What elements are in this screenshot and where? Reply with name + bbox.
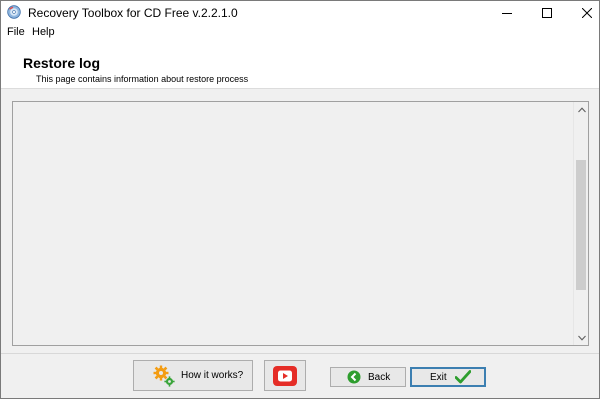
scroll-thumb[interactable] (576, 160, 586, 290)
footer-divider (1, 353, 599, 354)
back-label: Back (368, 371, 391, 383)
app-window: Recovery Toolbox for CD Free v.2.2.1.0 F… (0, 0, 600, 399)
exit-button[interactable]: Exit (410, 367, 486, 387)
window-title: Recovery Toolbox for CD Free v.2.2.1.0 (28, 6, 238, 20)
chevron-down-icon (577, 335, 586, 341)
menu-file[interactable]: File (6, 26, 26, 38)
minimize-button[interactable] (487, 1, 527, 24)
youtube-play-icon (273, 365, 297, 386)
chevron-up-icon (577, 106, 586, 112)
page-title: Restore log (23, 55, 101, 71)
exit-label: Exit (430, 371, 447, 383)
log-scrollbar[interactable] (573, 102, 588, 345)
checkmark-icon (454, 370, 471, 384)
minimize-icon (502, 12, 512, 14)
recovery-cd-icon (7, 5, 21, 19)
close-icon (582, 7, 592, 18)
maximize-icon (542, 7, 552, 18)
page-subtitle: This page contains information about res… (36, 74, 249, 84)
scroll-down-button[interactable] (577, 333, 586, 342)
how-it-works-label: How it works? (181, 370, 244, 381)
back-button[interactable]: Back (330, 367, 406, 387)
title-bar[interactable]: Recovery Toolbox for CD Free v.2.2.1.0 (1, 1, 599, 24)
menu-help[interactable]: Help (31, 26, 56, 38)
page-header: Restore log This page contains informati… (1, 42, 599, 89)
video-tutorial-button[interactable] (264, 360, 306, 391)
maximize-button[interactable] (527, 1, 567, 24)
scroll-up-button[interactable] (577, 105, 586, 114)
close-button[interactable] (567, 1, 600, 24)
how-it-works-button[interactable]: How it works? (133, 360, 253, 391)
gears-icon (153, 365, 175, 387)
menu-bar: File Help (1, 24, 599, 42)
restore-log-panel[interactable] (12, 101, 589, 346)
back-arrow-icon (347, 370, 361, 384)
